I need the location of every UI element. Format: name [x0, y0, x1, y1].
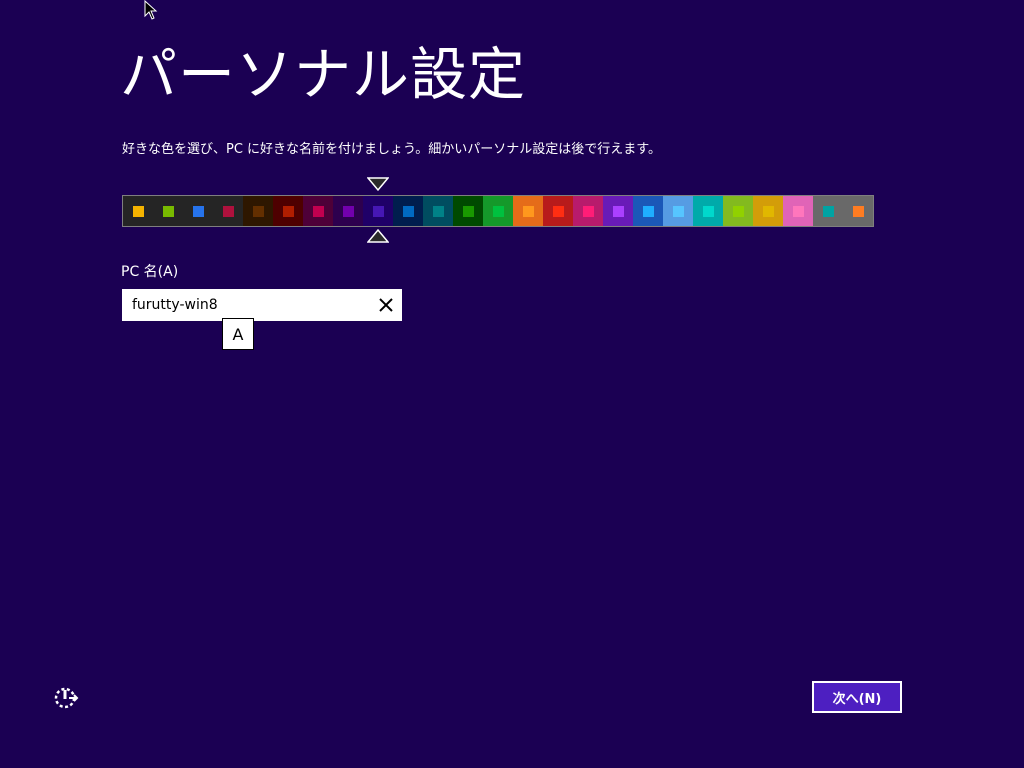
color-swatch-chip — [763, 206, 774, 217]
color-swatch[interactable] — [453, 196, 483, 226]
color-swatch-chip — [493, 206, 504, 217]
color-palette — [122, 195, 874, 227]
color-swatch[interactable] — [513, 196, 543, 226]
selected-color-marker-bottom-icon — [367, 228, 389, 243]
color-swatch[interactable] — [213, 196, 243, 226]
close-icon — [379, 298, 393, 312]
color-swatch-chip — [133, 206, 144, 217]
color-swatch[interactable] — [243, 196, 273, 226]
color-swatch-chip — [733, 206, 744, 217]
color-swatch[interactable] — [543, 196, 573, 226]
color-swatch[interactable] — [423, 196, 453, 226]
color-swatch-chip — [283, 206, 294, 217]
ime-mode-indicator: A — [222, 318, 254, 350]
color-swatch-chip — [703, 206, 714, 217]
ease-of-access-icon — [54, 687, 79, 709]
color-swatch-chip — [523, 206, 534, 217]
color-swatch[interactable] — [603, 196, 633, 226]
color-swatch-chip — [643, 206, 654, 217]
color-swatch-chip — [583, 206, 594, 217]
color-swatch[interactable] — [123, 196, 153, 226]
color-swatch-chip — [793, 206, 804, 217]
color-swatch[interactable] — [813, 196, 843, 226]
color-swatch-chip — [553, 206, 564, 217]
color-swatch[interactable] — [333, 196, 363, 226]
selected-color-marker-top-icon — [367, 177, 389, 192]
color-swatch[interactable] — [273, 196, 303, 226]
color-swatch[interactable] — [303, 196, 333, 226]
color-swatch-chip — [343, 206, 354, 217]
next-button[interactable]: 次へ(N) — [812, 681, 902, 713]
color-swatch[interactable] — [183, 196, 213, 226]
pc-name-label: PC 名(A) — [121, 264, 179, 280]
color-swatch-chip — [163, 206, 174, 217]
page-title: パーソナル設定 — [120, 42, 526, 108]
clear-button[interactable] — [370, 289, 402, 321]
color-swatch[interactable] — [663, 196, 693, 226]
color-swatch-chip — [193, 206, 204, 217]
ease-of-access-button[interactable] — [52, 684, 80, 712]
color-swatch[interactable] — [363, 196, 393, 226]
color-swatch-chip — [313, 206, 324, 217]
color-swatch-chip — [853, 206, 864, 217]
color-swatch[interactable] — [783, 196, 813, 226]
color-swatch-chip — [823, 206, 834, 217]
instruction-text: 好きな色を選び、PC に好きな名前を付けましょう。細かいパーソナル設定は後で行え… — [122, 142, 661, 157]
color-swatch-chip — [403, 206, 414, 217]
color-swatch-chip — [373, 206, 384, 217]
color-swatch[interactable] — [153, 196, 183, 226]
color-swatch[interactable] — [723, 196, 753, 226]
color-swatch-chip — [433, 206, 444, 217]
color-swatch-chip — [463, 206, 474, 217]
color-swatch-chip — [253, 206, 264, 217]
color-swatch[interactable] — [483, 196, 513, 226]
color-swatch[interactable] — [693, 196, 723, 226]
pc-name-field — [122, 289, 402, 321]
pc-name-input[interactable] — [122, 289, 372, 321]
color-swatch-chip — [223, 206, 234, 217]
mouse-pointer-icon — [144, 0, 158, 20]
color-swatch-chip — [673, 206, 684, 217]
color-swatch-chip — [613, 206, 624, 217]
color-swatch[interactable] — [573, 196, 603, 226]
color-swatch[interactable] — [753, 196, 783, 226]
color-swatch[interactable] — [843, 196, 873, 226]
color-swatch[interactable] — [633, 196, 663, 226]
color-swatch[interactable] — [393, 196, 423, 226]
